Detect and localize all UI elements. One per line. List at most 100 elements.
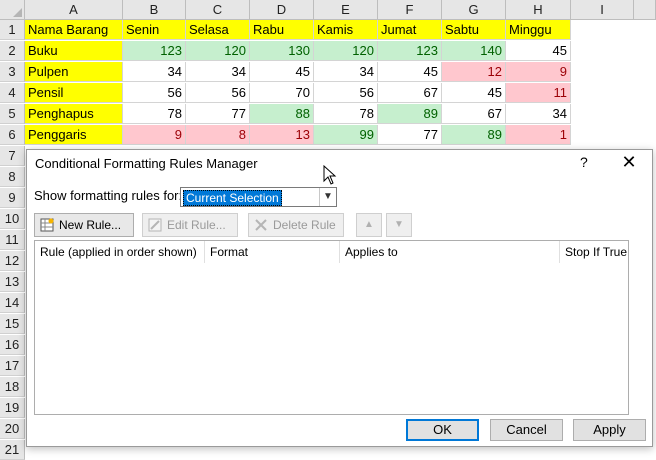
cell-b2[interactable]: 123 (123, 41, 186, 61)
cell-f2[interactable]: 123 (378, 41, 442, 61)
row-header-18[interactable]: 18 (0, 377, 25, 397)
cell-g1[interactable]: Sabtu (442, 20, 506, 40)
select-all-corner[interactable] (0, 0, 25, 20)
column-header-f[interactable]: F (378, 0, 442, 20)
column-header-i[interactable]: I (571, 0, 634, 20)
cell-c6[interactable]: 8 (186, 125, 250, 145)
mouse-cursor-icon (323, 165, 337, 185)
cell-d3[interactable]: 45 (250, 62, 314, 82)
cell-b1[interactable]: Senin (123, 20, 186, 40)
row-header-9[interactable]: 9 (0, 188, 25, 208)
move-up-button[interactable]: ▲ (356, 213, 382, 237)
cell-c1[interactable]: Selasa (186, 20, 250, 40)
cell-b3[interactable]: 34 (123, 62, 186, 82)
cell-e4[interactable]: 56 (314, 83, 378, 103)
cell-c3[interactable]: 34 (186, 62, 250, 82)
cell-f6[interactable]: 77 (378, 125, 442, 145)
row-header-14[interactable]: 14 (0, 293, 25, 313)
cell-c2[interactable]: 120 (186, 41, 250, 61)
column-header-e[interactable]: E (314, 0, 378, 20)
cancel-button[interactable]: Cancel (490, 419, 563, 441)
edit-rule-button[interactable]: Edit Rule... (142, 213, 238, 237)
cell-h1[interactable]: Minggu (506, 20, 571, 40)
cell-d4[interactable]: 70 (250, 83, 314, 103)
column-header-d[interactable]: D (250, 0, 314, 20)
cell-h5[interactable]: 34 (506, 104, 571, 124)
cell-g5[interactable]: 67 (442, 104, 506, 124)
cell-h3[interactable]: 9 (506, 62, 571, 82)
row-header-11[interactable]: 11 (0, 230, 25, 250)
row-header-7[interactable]: 7 (0, 146, 25, 166)
cell-f1[interactable]: Jumat (378, 20, 442, 40)
column-format[interactable]: Format (205, 241, 340, 263)
row-header-1[interactable]: 1 (0, 20, 25, 40)
cell-d5[interactable]: 88 (250, 104, 314, 124)
cell-a6[interactable]: Penggaris (25, 125, 123, 145)
cell-b4[interactable]: 56 (123, 83, 186, 103)
cell-g2[interactable]: 140 (442, 41, 506, 61)
cell-e3[interactable]: 34 (314, 62, 378, 82)
cell-a2[interactable]: Buku (25, 41, 123, 61)
row-header-5[interactable]: 5 (0, 104, 25, 124)
row-header-21[interactable]: 21 (0, 440, 25, 460)
row-header-10[interactable]: 10 (0, 209, 25, 229)
delete-rule-button[interactable]: Delete Rule (248, 213, 344, 237)
rules-list[interactable]: Rule (applied in order shown) Format App… (34, 240, 629, 415)
cell-a3[interactable]: Pulpen (25, 62, 123, 82)
row-header-17[interactable]: 17 (0, 356, 25, 376)
delete-icon (255, 219, 267, 231)
cell-f3[interactable]: 45 (378, 62, 442, 82)
cell-c4[interactable]: 56 (186, 83, 250, 103)
cell-g4[interactable]: 45 (442, 83, 506, 103)
ok-button[interactable]: OK (406, 419, 479, 441)
column-header-next[interactable] (634, 0, 656, 20)
cell-e1[interactable]: Kamis (314, 20, 378, 40)
column-stop-if-true[interactable]: Stop If True (560, 241, 628, 263)
row-header-12[interactable]: 12 (0, 251, 25, 271)
move-down-button[interactable]: ▼ (386, 213, 412, 237)
cell-h6[interactable]: 1 (506, 125, 571, 145)
cell-b5[interactable]: 78 (123, 104, 186, 124)
cell-b6[interactable]: 9 (123, 125, 186, 145)
cell-f4[interactable]: 67 (378, 83, 442, 103)
cell-h4[interactable]: 11 (506, 83, 571, 103)
cell-h2[interactable]: 45 (506, 41, 571, 61)
column-header-g[interactable]: G (442, 0, 506, 20)
cell-e6[interactable]: 99 (314, 125, 378, 145)
row-header-16[interactable]: 16 (0, 335, 25, 355)
row-header-20[interactable]: 20 (0, 419, 25, 439)
row-header-6[interactable]: 6 (0, 125, 25, 145)
column-applies-to[interactable]: Applies to (340, 241, 560, 263)
cell-e5[interactable]: 78 (314, 104, 378, 124)
row-header-4[interactable]: 4 (0, 83, 25, 103)
close-icon[interactable]: ✕ (620, 153, 638, 171)
row-header-19[interactable]: 19 (0, 398, 25, 418)
cell-a5[interactable]: Penghapus (25, 104, 123, 124)
column-header-a[interactable]: A (25, 0, 123, 20)
row-header-8[interactable]: 8 (0, 167, 25, 187)
cell-g6[interactable]: 89 (442, 125, 506, 145)
new-rule-button[interactable]: New Rule... (34, 213, 134, 237)
cell-f5[interactable]: 89 (378, 104, 442, 124)
cell-d2[interactable]: 130 (250, 41, 314, 61)
column-header-c[interactable]: C (186, 0, 250, 20)
help-button[interactable]: ? (580, 154, 588, 170)
cell-d1[interactable]: Rabu (250, 20, 314, 40)
cell-e2[interactable]: 120 (314, 41, 378, 61)
column-header-h[interactable]: H (506, 0, 571, 20)
apply-button[interactable]: Apply (573, 419, 646, 441)
cell-c5[interactable]: 77 (186, 104, 250, 124)
cell-g3[interactable]: 12 (442, 62, 506, 82)
cell-a4[interactable]: Pensil (25, 83, 123, 103)
cell-a1[interactable]: Nama Barang (25, 20, 123, 40)
row-header-2[interactable]: 2 (0, 41, 25, 61)
column-rule[interactable]: Rule (applied in order shown) (35, 241, 205, 263)
row-header-15[interactable]: 15 (0, 314, 25, 334)
new-rule-label: New Rule... (59, 218, 122, 232)
chevron-down-icon[interactable]: ▼ (319, 188, 336, 206)
column-header-b[interactable]: B (123, 0, 186, 20)
row-header-13[interactable]: 13 (0, 272, 25, 292)
row-header-3[interactable]: 3 (0, 62, 25, 82)
cell-d6[interactable]: 13 (250, 125, 314, 145)
show-rules-select[interactable]: Current Selection ▼ (180, 187, 337, 207)
